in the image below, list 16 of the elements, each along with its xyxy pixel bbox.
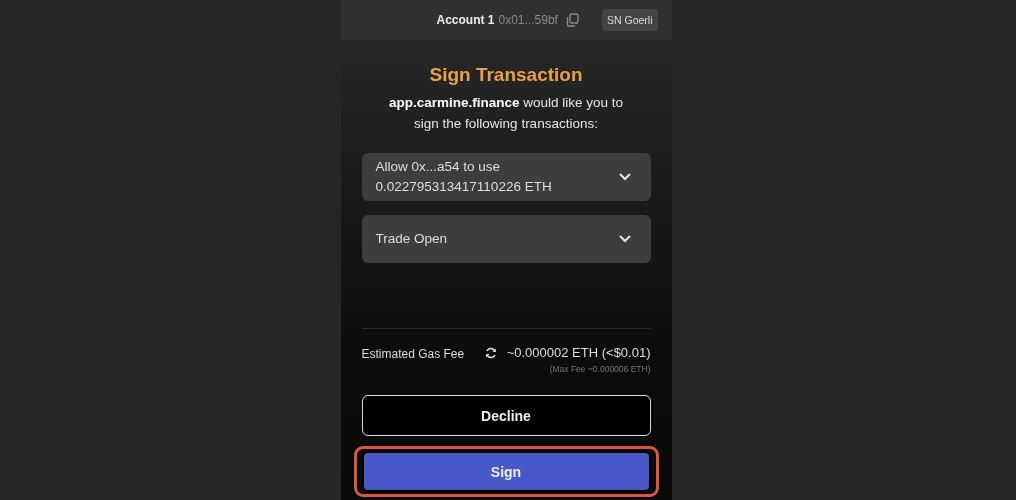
chevron-icon [618,173,631,181]
account-address: 0x01...59bf [498,13,558,27]
transaction-item[interactable]: Allow 0x...a54 to use 0.022795313417110226 ETH [361,153,651,201]
chevron-icon [618,235,631,243]
sign-button[interactable]: Sign [361,451,651,492]
max-fee-text: (Max Fee ~0.000006 ETH) [549,364,651,374]
account-name: Account 1 [436,13,495,27]
transaction-item[interactable]: Trade Open [361,215,651,263]
network-badge[interactable]: SN Goerli [602,9,658,31]
description-text: app.carmine.finance would like you to sign the following transactions: [387,94,625,133]
gas-fee-label: Estimated Gas Fee [361,346,465,361]
dialog-title: Sign Transaction [428,64,584,86]
gas-fee-value: ~0.000002 ETH (<$0.01) [506,345,651,360]
decline-button[interactable]: Decline [361,395,651,436]
refresh-icon[interactable] [484,346,497,359]
copy-icon[interactable] [565,13,579,27]
